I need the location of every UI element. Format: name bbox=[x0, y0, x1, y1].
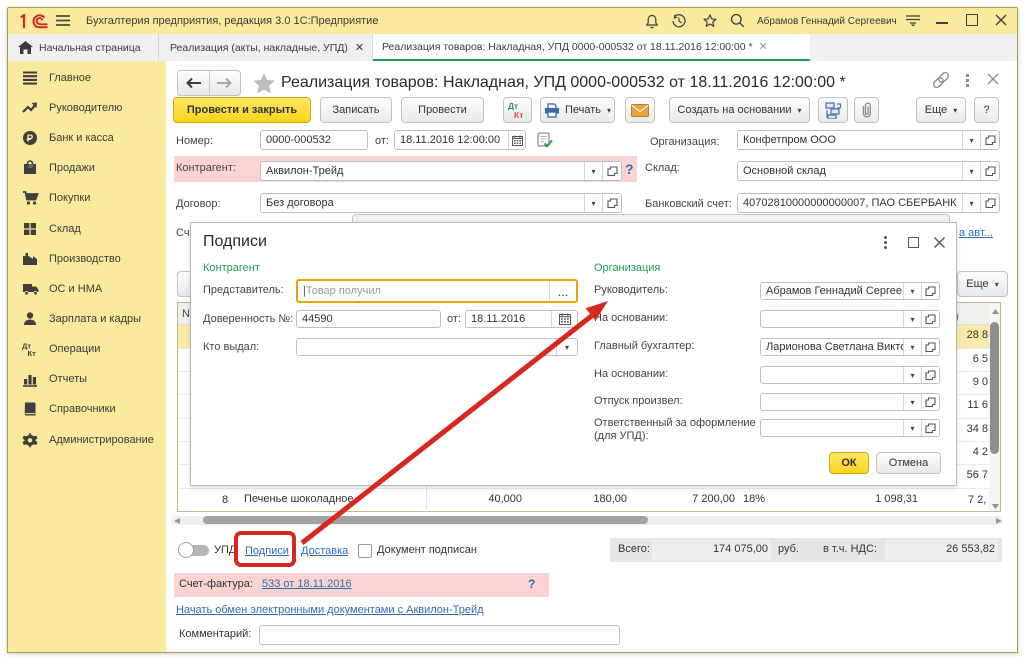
svg-text:Кт: Кт bbox=[514, 110, 523, 119]
